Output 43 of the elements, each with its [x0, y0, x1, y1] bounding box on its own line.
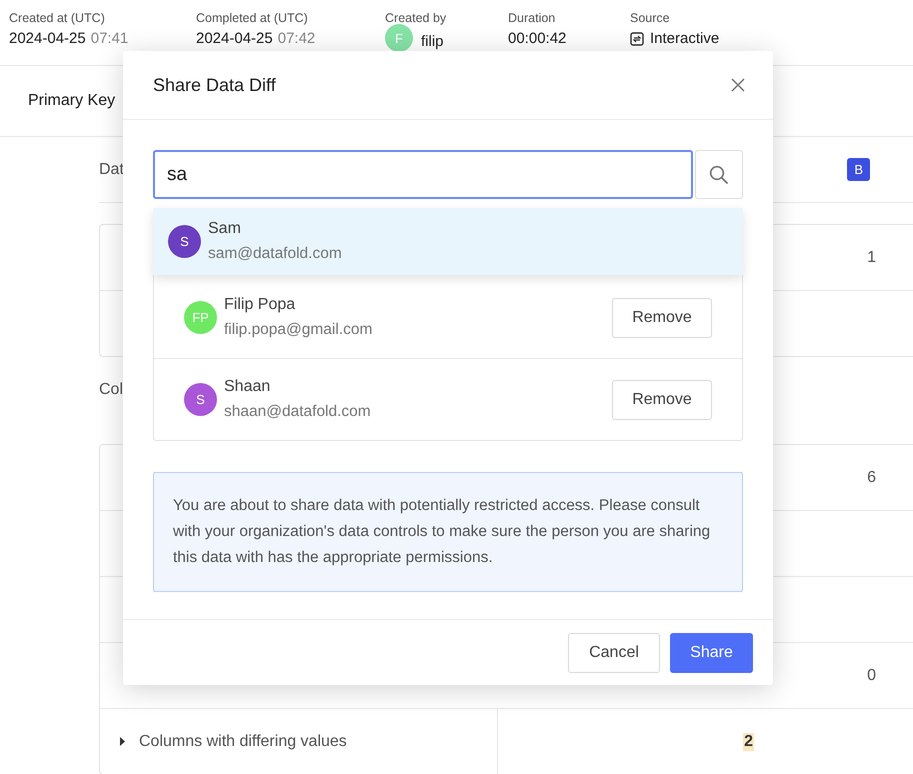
search-icon — [709, 164, 729, 184]
field-label: Created by — [385, 11, 448, 27]
sync-icon — [630, 32, 644, 46]
user-name: Shaan — [224, 378, 272, 396]
date-text: 2024-04-25 — [196, 30, 273, 47]
search-button[interactable] — [695, 150, 743, 199]
field-value: 00:00:42 — [508, 30, 566, 47]
table-cell: 2 — [743, 732, 754, 750]
table-cell: 0 — [867, 666, 876, 684]
user-avatar: FP — [184, 301, 217, 334]
user-name: filip — [421, 32, 444, 50]
search-field[interactable]: sa — [153, 150, 693, 199]
user-avatar: F — [385, 24, 413, 52]
user-name: Filip Popa — [224, 296, 296, 314]
close-icon — [731, 78, 745, 92]
field-label: Source — [630, 11, 671, 27]
badge: B — [847, 158, 870, 181]
warning-notice: You are about to share data with potentially restricted access. Please consult with your organization's data controls to make sure the person you are sharing this data with has the appropriate permissions. — [153, 472, 743, 592]
suggestion-item[interactable]: S Sam sam@datafold.com — [153, 208, 743, 275]
table-cell: 6 — [867, 468, 876, 486]
date-text: 2024-04-25 — [9, 30, 86, 47]
user-email: filip.popa@gmail.com — [224, 321, 374, 339]
time-text: 07:42 — [278, 30, 316, 47]
field-label: Completed at (UTC) — [196, 11, 309, 27]
user-avatar: S — [168, 225, 201, 258]
user-name: Sam — [208, 220, 242, 238]
cancel-button[interactable]: Cancel — [568, 632, 660, 672]
section-heading: Dat — [99, 160, 124, 178]
dialog-title: Share Data Diff — [153, 74, 276, 96]
remove-button[interactable]: Remove — [612, 380, 712, 420]
source-text: Interactive — [650, 30, 720, 47]
field-label: Duration — [508, 11, 556, 27]
user-avatar: S — [184, 383, 217, 416]
user-email: sam@datafold.com — [208, 245, 343, 263]
tab[interactable]: Primary Key — [28, 92, 116, 110]
user-email: shaan@datafold.com — [224, 403, 372, 421]
row-label: Columns with differing values — [139, 732, 347, 750]
field-label: Created at (UTC) — [9, 11, 106, 27]
remove-button[interactable]: Remove — [612, 298, 712, 338]
section-heading: Col — [99, 381, 124, 399]
time-text: 07:41 — [90, 30, 128, 47]
table-cell: 1 — [867, 248, 876, 266]
share-button[interactable]: Share — [670, 632, 753, 672]
